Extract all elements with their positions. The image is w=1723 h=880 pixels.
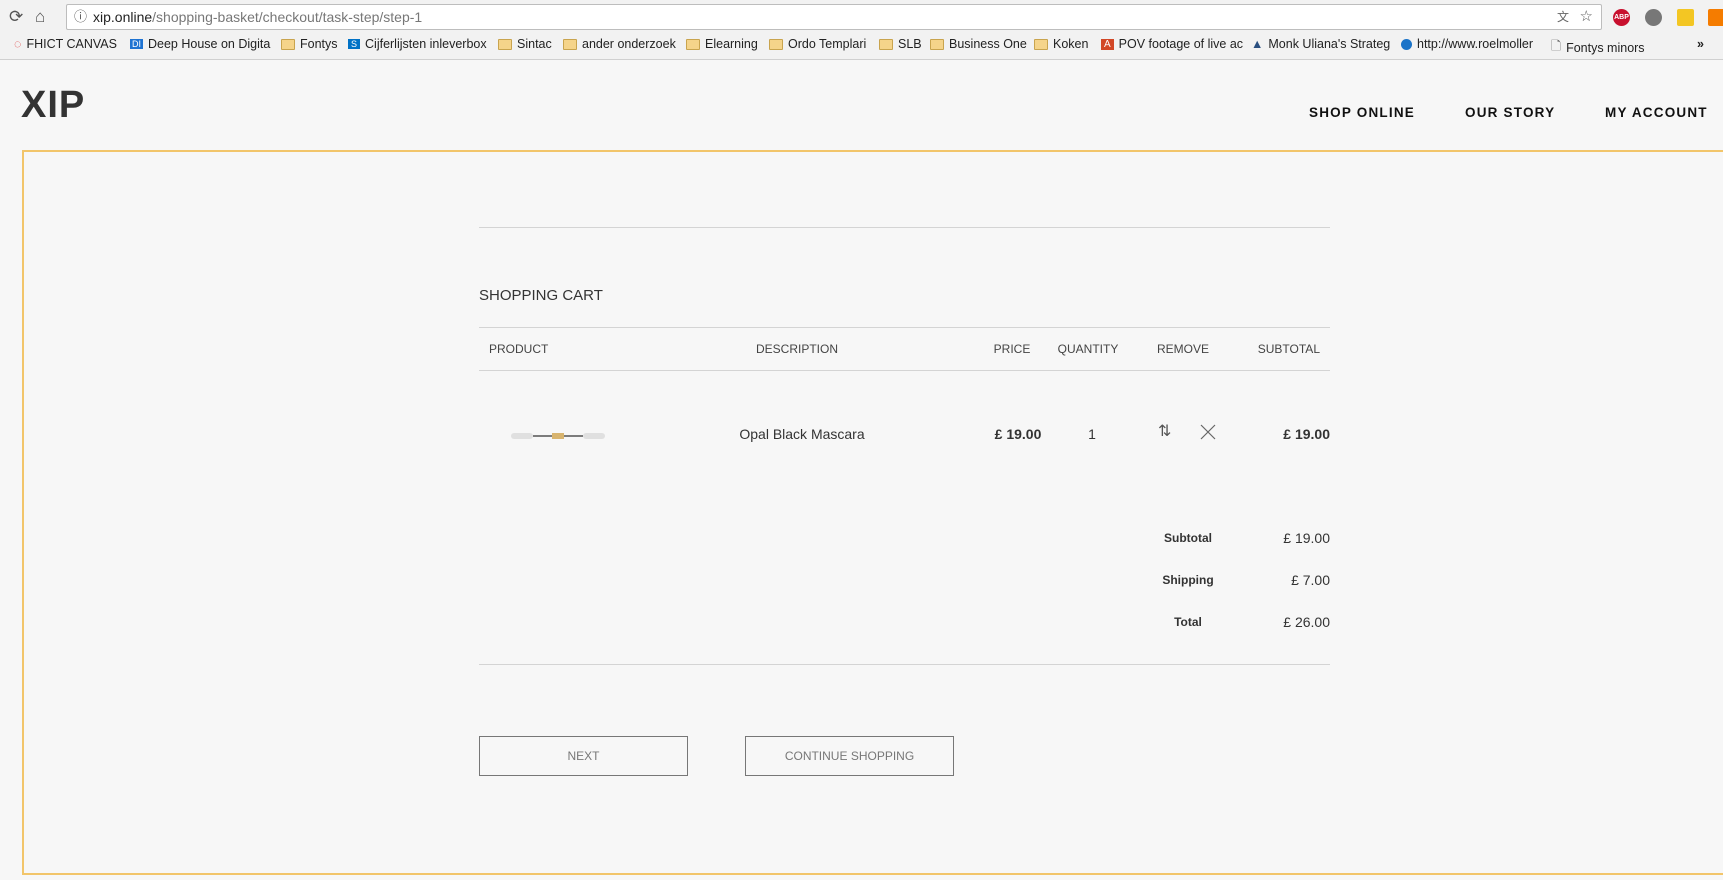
extension-chart-icon[interactable]	[1708, 9, 1723, 26]
bookmark-sintac[interactable]: Sintac	[498, 37, 552, 51]
summary-total-value: £ 26.00	[1283, 614, 1330, 630]
address-bar[interactable]: ⓘ xip.online/shopping-basket/checkout/ta…	[66, 4, 1602, 30]
bookmark-pov-footage[interactable]: A POV footage of live ac	[1101, 37, 1243, 51]
sharepoint-icon: S	[348, 39, 361, 49]
bookmark-label: POV footage of live ac	[1118, 37, 1244, 51]
header-product: PRODUCT	[489, 342, 549, 356]
item-quantity[interactable]: 1	[1088, 426, 1096, 442]
remove-icon[interactable]	[1200, 424, 1216, 445]
bookmark-deep-house[interactable]: DI Deep House on Digita	[130, 37, 270, 51]
summary-subtotal-label: Subtotal	[1164, 531, 1212, 545]
browser-chrome: ⟳ ⌂ ⓘ xip.online/shopping-basket/checkou…	[0, 0, 1723, 60]
summary-total-label: Total	[1174, 615, 1202, 629]
folder-icon	[1034, 38, 1048, 50]
extension-k-icon[interactable]	[1677, 9, 1694, 26]
bookmark-label: Cijferlijsten inleverbox	[365, 37, 487, 51]
bookmark-fhict-canvas[interactable]: ◌ FHICT CANVAS	[14, 37, 117, 51]
summary-subtotal-value: £ 19.00	[1283, 530, 1330, 546]
bookmark-label: Elearning	[705, 37, 758, 51]
continue-shopping-button[interactable]: CONTINUE SHOPPING	[745, 736, 954, 776]
acrobat-icon: A	[1101, 38, 1114, 50]
item-description[interactable]: Opal Black Mascara	[739, 426, 864, 442]
reload-icon[interactable]: ⟳	[9, 7, 23, 27]
bookmark-label: http://www.roelmoller	[1417, 37, 1534, 51]
summary-shipping-value: £ 7.00	[1291, 572, 1330, 588]
home-icon[interactable]: ⌂	[35, 7, 45, 27]
summary-shipping-label: Shipping	[1162, 573, 1214, 587]
folder-icon	[563, 38, 577, 50]
folder-icon	[686, 38, 700, 50]
bookmark-roelmoller[interactable]: http://www.roelmoller	[1401, 37, 1533, 51]
bookmark-label: Koken	[1053, 37, 1089, 51]
bookmark-label: Ordo Templari	[788, 37, 867, 51]
cart-title: SHOPPING CART	[479, 287, 603, 304]
extension-icon[interactable]	[1645, 9, 1662, 26]
divider	[479, 227, 1330, 228]
item-subtotal: £ 19.00	[1283, 426, 1330, 442]
url-host: xip.online	[93, 9, 153, 25]
folder-icon	[498, 38, 512, 50]
page-icon: 🗋	[1551, 39, 1562, 53]
bookmark-label: Sintac	[517, 37, 552, 51]
bookmark-label: Monk Uliana's Strateg	[1268, 37, 1391, 51]
translate-icon[interactable]: 文	[1557, 5, 1569, 29]
next-button[interactable]: NEXT	[479, 736, 688, 776]
bookmark-label: Fontys minors	[1566, 40, 1645, 55]
header-quantity: QUANTITY	[1057, 342, 1119, 356]
nav-my-account[interactable]: MY ACCOUNT	[1605, 105, 1708, 120]
star-icon[interactable]: ☆	[1580, 5, 1593, 29]
nav-shop-online[interactable]: SHOP ONLINE	[1309, 105, 1415, 120]
divider	[479, 327, 1330, 328]
folder-icon	[879, 38, 893, 50]
update-icon[interactable]: ⇅	[1158, 421, 1171, 441]
divider	[479, 370, 1330, 371]
bookmark-label: Fontys	[300, 37, 338, 51]
site-icon: DI	[130, 39, 143, 49]
bookmark-slb[interactable]: SLB	[879, 37, 922, 51]
folder-icon	[930, 38, 944, 50]
bookmark-koken[interactable]: Koken	[1034, 37, 1088, 51]
canvas-icon: ◌	[14, 37, 22, 51]
folder-icon	[769, 38, 783, 50]
info-icon[interactable]: ⓘ	[74, 5, 87, 29]
header-subtotal: SUBTOTAL	[1257, 342, 1320, 356]
bookmark-fontys[interactable]: Fontys	[281, 37, 338, 51]
bookmark-ordo-templari[interactable]: Ordo Templari	[769, 37, 866, 51]
site-logo[interactable]: XIP	[21, 84, 85, 127]
header-remove: REMOVE	[1156, 342, 1210, 356]
bookmark-fontys-minors[interactable]: 🗋 Fontys minors	[1551, 37, 1645, 58]
item-price: £ 19.00	[994, 426, 1042, 442]
divider	[479, 664, 1330, 665]
product-image-mascara[interactable]	[511, 427, 605, 439]
header-description: DESCRIPTION	[755, 342, 839, 356]
bookmark-label: FHICT CANVAS	[26, 37, 117, 51]
folder-icon	[281, 38, 295, 50]
bookmark-label: Deep House on Digita	[148, 37, 271, 51]
site-icon: ▲	[1251, 37, 1264, 51]
bookmark-label: ander onderzoek	[582, 37, 676, 51]
adblock-icon[interactable]: ABP	[1613, 9, 1630, 26]
url-path: /shopping-basket/checkout/task-step/step…	[152, 9, 423, 25]
globe-icon	[1401, 38, 1412, 50]
bookmark-elearning[interactable]: Elearning	[686, 37, 758, 51]
bookmark-business-one[interactable]: Business One	[930, 37, 1027, 51]
more-bookmarks-button[interactable]: »	[1697, 37, 1704, 51]
nav-our-story[interactable]: OUR STORY	[1465, 105, 1555, 120]
bookmark-label: SLB	[898, 37, 922, 51]
bookmark-cijferlijsten[interactable]: S Cijferlijsten inleverbox	[348, 37, 487, 51]
bookmark-monk-uliana[interactable]: ▲ Monk Uliana's Strateg	[1251, 37, 1390, 51]
bookmark-label: Business One	[949, 37, 1027, 51]
bookmark-ander-onderzoek[interactable]: ander onderzoek	[563, 37, 676, 51]
header-price: PRICE	[993, 342, 1031, 356]
